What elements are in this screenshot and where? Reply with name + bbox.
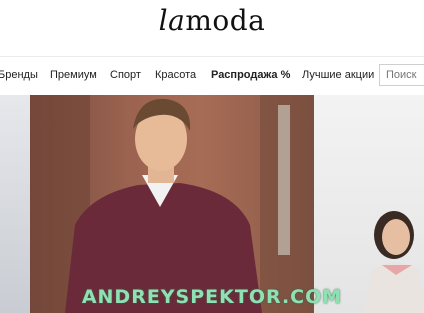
hero-photo-man (30, 95, 314, 313)
watermark-text: ANDREYSPEKTOR.COM (81, 286, 343, 308)
man-illustration (30, 95, 314, 313)
left-photo-edge (0, 95, 30, 313)
site-header: lamoda (0, 0, 424, 56)
hero-banner[interactable] (0, 95, 424, 313)
nav-item-sale[interactable]: Распродажа % (211, 69, 290, 81)
nav-item-sport[interactable]: Спорт (110, 69, 141, 81)
nav-item-premium[interactable]: Премиум (50, 69, 97, 81)
nav-item-beauty[interactable]: Красота (155, 69, 196, 81)
logo-prefix: la (158, 4, 186, 37)
nav-item-brands[interactable]: Бренды (0, 69, 38, 81)
nav-item-best-deals[interactable]: Лучшие акции (302, 69, 374, 81)
hero-photo-girl (314, 95, 424, 313)
lamoda-logo[interactable]: lamoda (0, 4, 424, 37)
search-input[interactable] (379, 64, 424, 86)
girl-illustration (364, 211, 424, 313)
logo-suffix: moda (185, 4, 266, 37)
main-nav: Бренды Премиум Спорт Красота Распродажа … (0, 56, 424, 96)
